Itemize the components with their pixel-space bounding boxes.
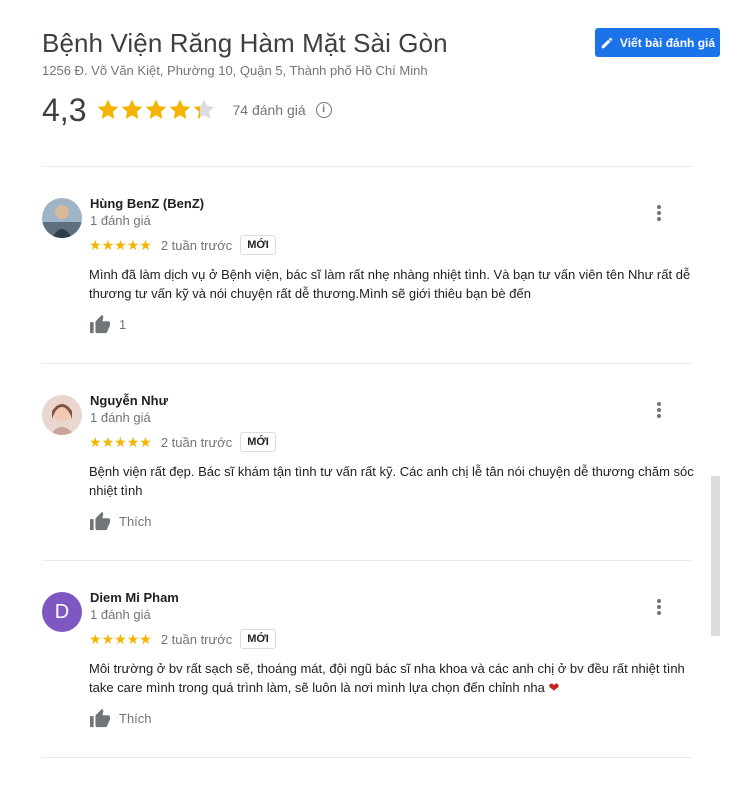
review-time: 2 tuần trước [160,434,233,450]
review-text: Bệnh viện rất đẹp. Bác sĩ khám tận tình … [89,464,694,498]
review-author[interactable]: Nguyễn Như [90,393,168,408]
rating-stars [96,98,218,122]
divider [42,757,692,758]
review-card: D Diem Mi Pham 1 đánh giá ★ ★ ★ ★ ★ 2 tuần t… [42,560,692,757]
review-stars: ★ ★ ★ ★ ★ [89,434,152,450]
rating-value: 4,3 [42,91,87,128]
thumbs-up-icon [90,314,110,334]
like-button[interactable]: Thích [89,708,152,728]
review-author-count: 1 đánh giá [90,213,151,228]
avatar[interactable] [42,198,82,238]
review-card: Hùng BenZ (BenZ) 1 đánh giá ★ ★ ★ ★ ★ 2 tuần… [42,166,692,363]
review-author[interactable]: Diem Mi Pham [90,590,179,605]
review-text: Môi trường ở bv rất sạch sẽ, thoáng mát,… [89,659,699,697]
review-time: 2 tuần trước [160,237,233,253]
review-time: 2 tuần trước [160,631,233,647]
review-author-count: 1 đánh giá [90,410,151,425]
like-label: Thích [119,710,152,726]
review-card: Nguyễn Như 1 đánh giá ★ ★ ★ ★ ★ 2 tuần trước… [42,363,694,560]
review-stars: ★ ★ ★ ★ ★ [89,237,152,253]
like-count: 1 [119,316,127,332]
avatar[interactable] [42,395,82,435]
review-stars: ★ ★ ★ ★ ★ [89,631,152,647]
scrollbar[interactable] [711,476,720,636]
review-text: Mình đã làm dịch vụ ở Bệnh viện, bác sĩ … [89,267,691,301]
new-badge: MỚI [240,432,276,452]
more-options-icon[interactable] [655,402,663,418]
thumbs-up-icon [90,511,110,531]
review-count[interactable]: 74 đánh giá [232,102,305,118]
rating-summary: 4,3 74 đánh giá i [42,90,692,130]
like-button[interactable]: 1 [89,314,126,334]
new-badge: MỚI [240,235,276,255]
pencil-icon [601,37,613,48]
write-review-label: Viết bài đánh giá [619,35,716,50]
more-options-icon[interactable] [655,205,663,221]
more-options-icon[interactable] [655,599,663,615]
review-text-body: Môi trường ở bv rất sạch sẽ, thoáng mát,… [89,661,685,695]
avatar[interactable]: D [42,592,82,632]
star-rating-icon [98,99,215,119]
heart-icon: ❤ [548,680,560,695]
write-review-button[interactable]: Viết bài đánh giá [595,28,720,57]
place-address: 1256 Đ. Võ Văn Kiệt, Phường 10, Quận 5, … [42,63,428,78]
info-icon[interactable]: i [315,102,332,118]
review-author[interactable]: Hùng BenZ (BenZ) [90,196,204,211]
review-author-count: 1 đánh giá [90,607,151,622]
thumbs-up-icon [90,708,110,728]
like-label: Thích [119,513,152,529]
new-badge: MỚI [240,629,276,649]
like-button[interactable]: Thích [89,511,152,531]
